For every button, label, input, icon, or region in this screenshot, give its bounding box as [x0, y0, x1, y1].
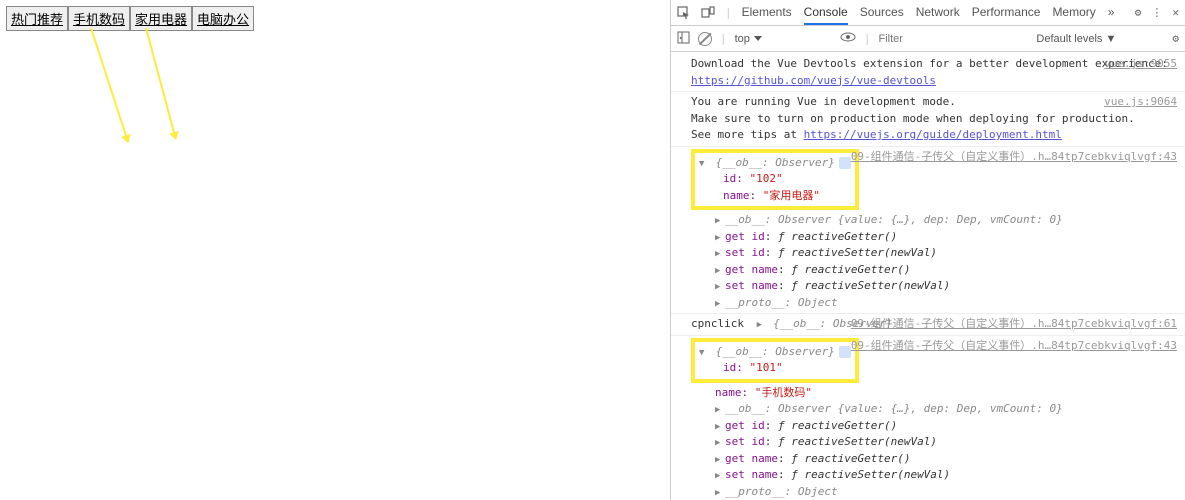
prop-key: name:: [723, 189, 756, 202]
tab-appliance[interactable]: 家用电器: [130, 6, 192, 31]
expand-toggle-icon[interactable]: [715, 418, 725, 435]
tab-more[interactable]: »: [1108, 1, 1115, 25]
console-settings-icon[interactable]: ⚙: [1172, 32, 1179, 45]
log-levels-dropdown[interactable]: Default levels ▼: [1036, 33, 1116, 45]
expand-toggle-icon[interactable]: [715, 467, 725, 484]
source-link[interactable]: vue.js:9064: [1104, 94, 1177, 111]
annotation-arrow: [145, 28, 177, 140]
tab-console[interactable]: Console: [804, 1, 848, 25]
prop-line: __ob__: Observer {value: {…}, dep: Dep, …: [725, 213, 1063, 226]
console-object[interactable]: 09-组件通信-子传父（自定义事件）.h…84tp7cebkviqlvgf:43…: [671, 146, 1185, 314]
tab-phone[interactable]: 手机数码: [68, 6, 130, 31]
inspect-icon[interactable]: [677, 6, 691, 20]
prop-line: __proto__: Object: [725, 485, 838, 498]
info-icon[interactable]: [839, 157, 851, 169]
log-text: Make sure to turn on production mode whe…: [691, 111, 1179, 128]
tab-computer[interactable]: 电脑办公: [192, 6, 254, 31]
divider: |: [720, 32, 727, 45]
expand-toggle-icon[interactable]: [699, 344, 709, 361]
expand-toggle-icon[interactable]: [715, 451, 725, 468]
prop-value: "101": [750, 361, 783, 374]
source-link[interactable]: 09-组件通信-子传父（自定义事件）.h…84tp7cebkviqlvgf:43: [851, 338, 1177, 355]
prop-key: id:: [723, 361, 743, 374]
annotation-highlight: {__ob__: Observer} id: "102" name: "家用电器…: [691, 149, 859, 211]
log-url[interactable]: https://github.com/vuejs/vue-devtools: [691, 74, 936, 87]
prop-line: __ob__: Observer {value: {…}, dep: Dep, …: [725, 402, 1063, 415]
console-message[interactable]: vue.js:9064 You are running Vue in devel…: [671, 91, 1185, 146]
source-link[interactable]: vue.js:9055: [1104, 56, 1177, 73]
tab-network[interactable]: Network: [916, 1, 960, 25]
console-message[interactable]: vue.js:9055 Download the Vue Devtools ex…: [671, 54, 1185, 91]
expand-toggle-icon[interactable]: [757, 316, 767, 333]
expand-toggle-icon[interactable]: [715, 278, 725, 295]
object-preview: {__ob__: Observer}: [716, 345, 835, 358]
context-selector[interactable]: top: [735, 33, 762, 45]
category-tabs: 热门推荐 手机数码 家用电器 电脑办公: [6, 6, 664, 31]
devtools-panel: | Elements Console Sources Network Perfo…: [670, 0, 1185, 500]
prop-value: "手机数码": [755, 386, 812, 399]
annotation-arrow: [90, 28, 129, 143]
tab-memory[interactable]: Memory: [1052, 1, 1095, 25]
console-output: vue.js:9055 Download the Vue Devtools ex…: [671, 52, 1185, 500]
prop-value: "家用电器": [763, 189, 820, 202]
prop-key: name:: [715, 386, 748, 399]
chevron-down-icon: [754, 36, 762, 45]
log-text: cpnclick: [691, 317, 744, 330]
sidebar-toggle-icon[interactable]: [677, 31, 690, 47]
annotation-highlight: {__ob__: Observer} id: "101": [691, 338, 859, 383]
log-url[interactable]: https://vuejs.org/guide/deployment.html: [804, 128, 1062, 141]
prop-line: __proto__: Object: [725, 296, 838, 309]
expand-toggle-icon[interactable]: [715, 295, 725, 312]
tab-performance[interactable]: Performance: [972, 1, 1041, 25]
close-icon[interactable]: ✕: [1172, 6, 1179, 19]
filter-input[interactable]: [878, 33, 958, 45]
clear-console-icon[interactable]: [698, 32, 712, 46]
prop-value: "102": [750, 172, 783, 185]
devtools-toolbar: | Elements Console Sources Network Perfo…: [671, 0, 1185, 26]
tab-elements[interactable]: Elements: [742, 1, 792, 25]
console-toolbar: | top | Default levels ▼ ⚙: [671, 26, 1185, 52]
device-toggle-icon[interactable]: [701, 6, 715, 20]
tab-sources[interactable]: Sources: [860, 1, 904, 25]
expand-toggle-icon[interactable]: [715, 229, 725, 246]
expand-toggle-icon[interactable]: [715, 401, 725, 418]
info-icon[interactable]: [839, 346, 851, 358]
log-text: See more tips at: [691, 128, 804, 141]
expand-toggle-icon[interactable]: [715, 484, 725, 500]
expand-toggle-icon[interactable]: [715, 245, 725, 262]
gear-icon[interactable]: ⚙: [1135, 6, 1142, 19]
context-label: top: [735, 33, 750, 45]
tab-hot[interactable]: 热门推荐: [6, 6, 68, 31]
expand-toggle-icon[interactable]: [715, 212, 725, 229]
object-preview: {__ob__: Observer}: [716, 156, 835, 169]
console-object[interactable]: 09-组件通信-子传父（自定义事件）.h…84tp7cebkviqlvgf:43…: [671, 335, 1185, 500]
expand-toggle-icon[interactable]: [699, 155, 709, 172]
devtools-tabs: Elements Console Sources Network Perform…: [742, 1, 1115, 25]
app-viewport: 热门推荐 手机数码 家用电器 电脑办公: [0, 0, 670, 500]
expand-toggle-icon[interactable]: [715, 434, 725, 451]
prop-key: id:: [723, 172, 743, 185]
divider: |: [725, 6, 732, 19]
kebab-icon[interactable]: ⋮: [1151, 6, 1162, 19]
console-message[interactable]: 09-组件通信-子传父（自定义事件）.h…84tp7cebkviqlvgf:61…: [671, 313, 1185, 335]
source-link[interactable]: 09-组件通信-子传父（自定义事件）.h…84tp7cebkviqlvgf:43: [851, 149, 1177, 166]
divider: |: [864, 32, 871, 45]
expand-toggle-icon[interactable]: [715, 262, 725, 279]
source-link[interactable]: 09-组件通信-子传父（自定义事件）.h…84tp7cebkviqlvgf:61: [851, 316, 1177, 333]
live-expression-icon[interactable]: [840, 32, 856, 45]
